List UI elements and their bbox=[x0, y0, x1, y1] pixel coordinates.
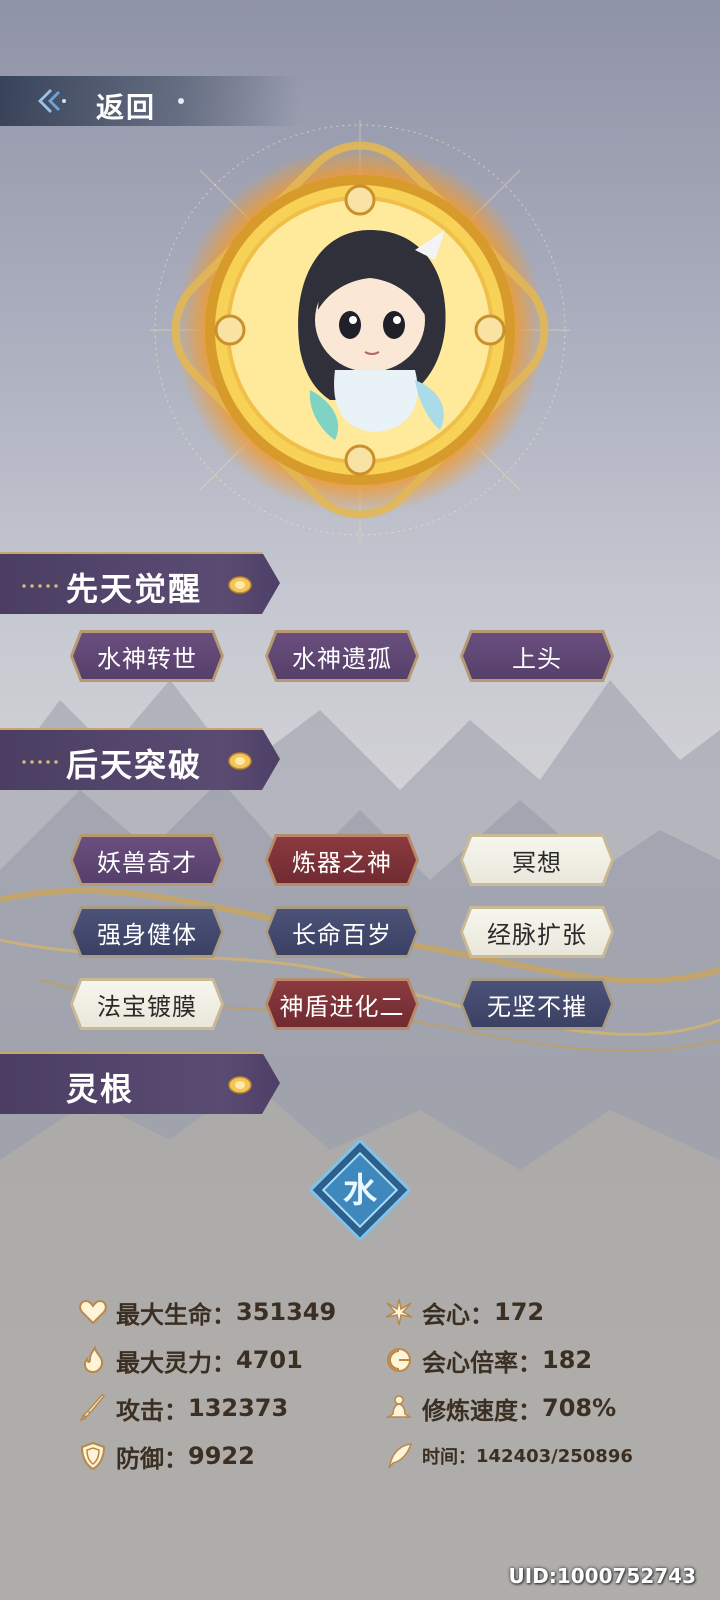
character-avatar[interactable] bbox=[150, 120, 570, 540]
stat-time: 时间： 142403/250896 bbox=[384, 1438, 633, 1474]
acquired-tag-2[interactable]: 炼器之神 bbox=[265, 834, 419, 886]
acquired-tag-6[interactable]: 经脉扩张 bbox=[460, 906, 614, 958]
acquired-tag-8[interactable]: 神盾进化二 bbox=[265, 978, 419, 1030]
stat-max-hp: 最大生命： 351349 bbox=[78, 1294, 336, 1330]
stat-crit-rate: 会心倍率： 182 bbox=[384, 1342, 592, 1378]
innate-tag-3[interactable]: 上头 bbox=[460, 630, 614, 682]
section-header-spirit-root: 灵根 bbox=[0, 1052, 280, 1114]
user-id: UID:1000752743 bbox=[508, 1564, 696, 1588]
acquired-tag-3[interactable]: 冥想 bbox=[460, 834, 614, 886]
header-dot-decoration bbox=[178, 98, 184, 104]
sword-icon bbox=[79, 1394, 106, 1422]
gem-icon bbox=[228, 1076, 252, 1094]
heart-icon bbox=[79, 1299, 107, 1325]
back-button[interactable]: 返回 bbox=[0, 76, 300, 126]
stat-cultivation-speed: 修炼速度： 708% bbox=[384, 1390, 616, 1426]
section-header-acquired: 后天突破 bbox=[0, 728, 280, 790]
dots-decoration bbox=[20, 584, 60, 588]
acquired-tag-9[interactable]: 无坚不摧 bbox=[460, 978, 614, 1030]
innate-tag-2[interactable]: 水神遗孤 bbox=[265, 630, 419, 682]
shield-icon bbox=[80, 1441, 106, 1471]
burst-icon bbox=[385, 1298, 413, 1326]
stat-crit: 会心： 172 bbox=[384, 1294, 544, 1330]
quill-icon bbox=[388, 1443, 413, 1469]
stat-max-sp: 最大灵力： 4701 bbox=[78, 1342, 303, 1378]
dots-decoration bbox=[20, 760, 60, 764]
back-label: 返回 bbox=[96, 91, 157, 124]
spirit-root-glyph: 水 bbox=[343, 1171, 378, 1211]
water-root-icon[interactable]: 水 bbox=[310, 1140, 410, 1240]
stat-attack: 攻击： 132373 bbox=[78, 1390, 288, 1426]
acquired-tag-7[interactable]: 法宝镀膜 bbox=[70, 978, 224, 1030]
section-title-acquired: 后天突破 bbox=[66, 746, 203, 784]
back-arrow-icon bbox=[38, 89, 66, 113]
acquired-tag-1[interactable]: 妖兽奇才 bbox=[70, 834, 224, 886]
gem-icon bbox=[228, 576, 252, 594]
acquired-tag-4[interactable]: 强身健体 bbox=[70, 906, 224, 958]
acquired-tag-5[interactable]: 长命百岁 bbox=[265, 906, 419, 958]
crit-multiplier-icon bbox=[387, 1348, 411, 1372]
section-header-innate: 先天觉醒 bbox=[0, 552, 280, 614]
innate-tag-1[interactable]: 水神转世 bbox=[70, 630, 224, 682]
gem-icon bbox=[228, 752, 252, 770]
flame-icon bbox=[84, 1345, 104, 1374]
section-title-spirit-root: 灵根 bbox=[66, 1070, 135, 1108]
section-title-innate: 先天觉醒 bbox=[66, 570, 203, 608]
stat-defense: 防御： 9922 bbox=[78, 1438, 255, 1474]
meditation-icon bbox=[385, 1395, 413, 1418]
